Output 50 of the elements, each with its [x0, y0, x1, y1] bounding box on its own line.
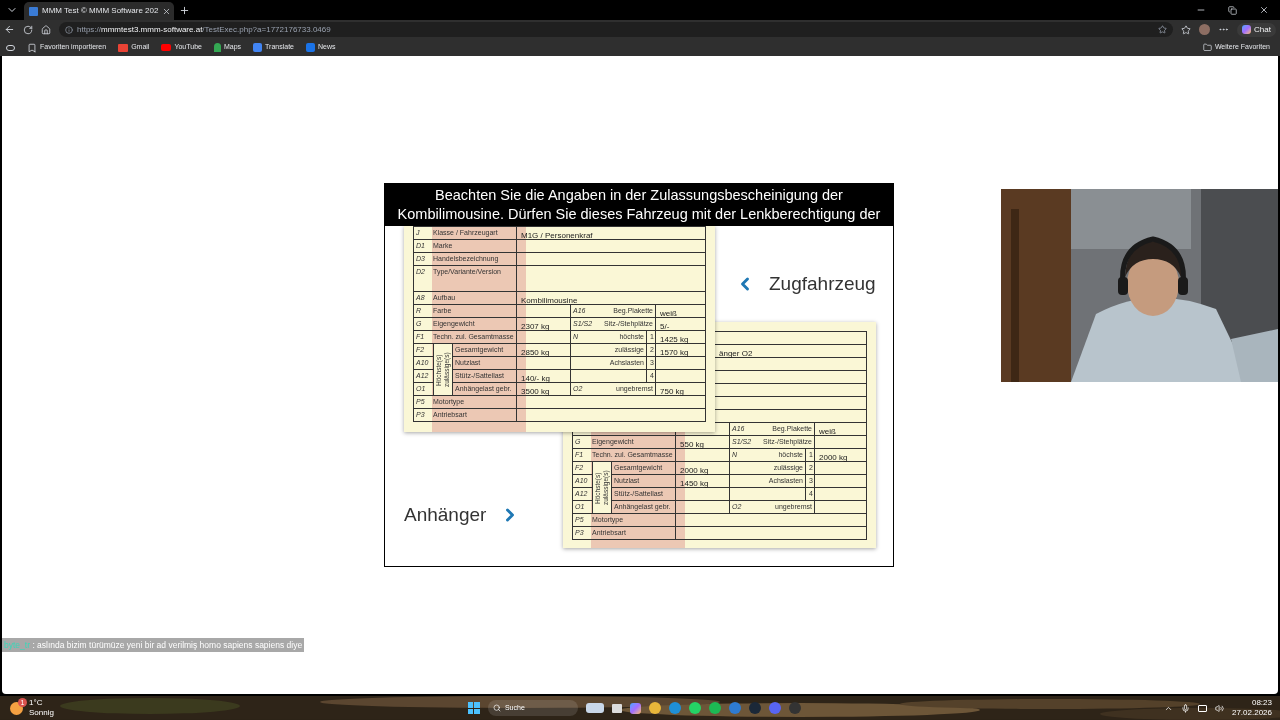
field-value: 750 kg	[660, 387, 685, 396]
address-field[interactable]: https://mmmtest3.mmm-software.at/TestExec.php?a=1772176733.0469	[59, 22, 1174, 37]
field-value: 2000 kg	[680, 466, 709, 475]
clock-time[interactable]: 08:23	[1251, 698, 1272, 709]
field-value: 1570 kg	[660, 348, 689, 357]
field-value: 2307 kg	[521, 322, 550, 331]
field-value: änger O2	[719, 349, 753, 358]
field-value: weiß	[660, 309, 677, 318]
chat-message: byte_tr : aslında bizim türümüze yeni bir ad verilmiş homo sapiens sapiens diye	[2, 638, 305, 652]
trailer-label: Anhänger	[404, 503, 487, 527]
tab-actions-icon[interactable]	[6, 44, 15, 51]
new-tab-icon[interactable]	[179, 4, 190, 16]
field-value: 1425 kg	[660, 335, 689, 344]
tractor-label: Zugfahrzeug	[769, 272, 876, 296]
profile-avatar[interactable]	[1199, 24, 1211, 35]
field-value: 140/- kg	[521, 374, 550, 383]
field-value: 550 kg	[680, 440, 705, 449]
field-value: 3500 kg	[521, 387, 550, 396]
restore-icon[interactable]	[1228, 5, 1237, 15]
field-value: Kombilimousine	[521, 296, 578, 305]
field-value: 5/-	[660, 322, 670, 331]
chat-button[interactable]: Chat	[1237, 22, 1276, 37]
network-icon[interactable]	[1197, 704, 1207, 712]
start-icon[interactable]	[467, 702, 480, 715]
field-value: 2850 kg	[521, 348, 550, 357]
star-icon[interactable]	[1158, 25, 1168, 34]
back-icon[interactable]	[4, 24, 15, 35]
close-icon[interactable]	[162, 6, 172, 16]
tab-title: MMM Test © MMM Software 202	[42, 5, 159, 17]
field-value: weiß	[819, 427, 836, 436]
weather-temperature: 1°C	[29, 698, 44, 709]
favorites-icon[interactable]	[1181, 24, 1192, 35]
search-icon	[492, 704, 501, 713]
field-value: 2000 kg	[819, 453, 848, 462]
copilot-icon[interactable]	[629, 702, 641, 714]
close-icon[interactable]	[1259, 5, 1269, 15]
import-icon	[27, 42, 37, 53]
site-icon	[29, 6, 38, 16]
microphone-icon[interactable]	[1180, 703, 1190, 713]
browser-tab[interactable]: MMM Test © MMM Software 202	[24, 2, 174, 20]
weather-condition: Sonnig	[29, 708, 54, 719]
volume-icon[interactable]	[1214, 703, 1224, 713]
reload-icon[interactable]	[23, 24, 33, 35]
copilot-icon	[1242, 25, 1252, 34]
home-icon[interactable]	[41, 24, 51, 35]
field-value: 1450 kg	[680, 479, 709, 488]
question-text: Beachten Sie die Angaben in der Zulassungsbescheinigung der Kombilimousine. Dürfen Sie dieses Fahrzeug mit der Lenkberechtigung der	[396, 186, 882, 224]
site-info-icon[interactable]	[65, 25, 73, 34]
field-value: M1G / Personenkraf	[521, 231, 593, 240]
map-pin-icon	[213, 43, 221, 52]
